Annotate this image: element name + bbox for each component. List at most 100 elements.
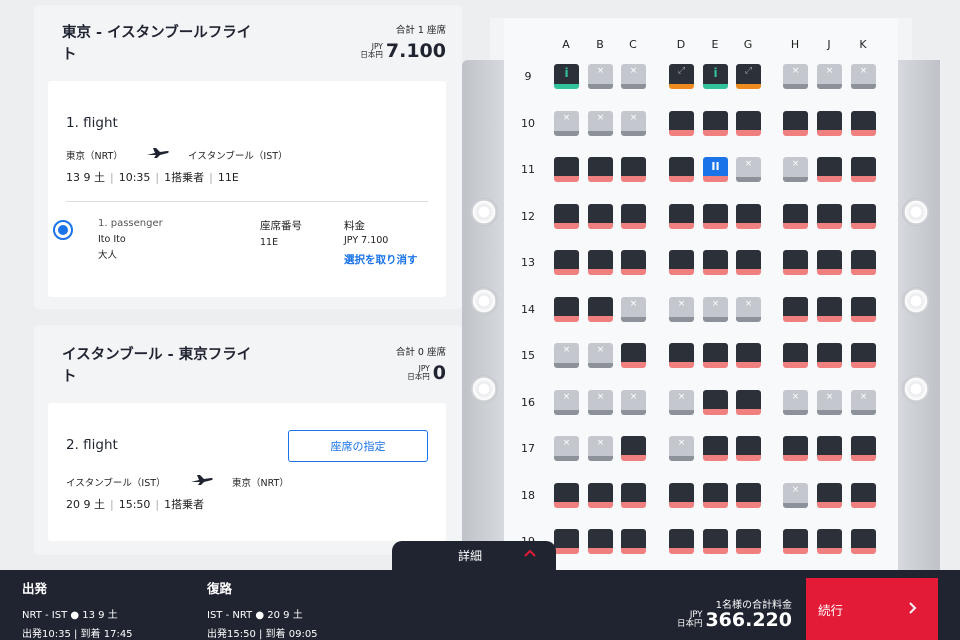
seat-13C[interactable]: [621, 250, 646, 275]
seat-17D[interactable]: [669, 436, 694, 461]
seat-11K[interactable]: [851, 157, 876, 182]
seat-16H[interactable]: [783, 389, 808, 415]
seat-10H[interactable]: [783, 110, 808, 136]
seat-10B[interactable]: [588, 110, 613, 136]
seat-15G[interactable]: [736, 343, 761, 368]
seat-13E[interactable]: [703, 250, 728, 275]
seat-17C[interactable]: [621, 436, 646, 461]
seat-17E[interactable]: [703, 436, 728, 461]
seat-10K[interactable]: [851, 110, 876, 136]
seat-19E[interactable]: [703, 529, 728, 554]
seat-16E[interactable]: [703, 389, 728, 415]
seat-16A[interactable]: [554, 389, 579, 415]
seat-11C[interactable]: [621, 157, 646, 182]
seat-9G[interactable]: [736, 64, 761, 89]
seat-15B[interactable]: [588, 343, 613, 368]
seat-16J[interactable]: [817, 389, 842, 415]
seat-12A[interactable]: [554, 203, 579, 229]
seat-14G[interactable]: [736, 296, 761, 322]
seat-15D[interactable]: [669, 343, 694, 368]
seat-14B[interactable]: [588, 296, 613, 322]
seat-13G[interactable]: [736, 250, 761, 275]
seat-16D[interactable]: [669, 389, 694, 415]
seat-19G[interactable]: [736, 529, 761, 554]
seat-18K[interactable]: [851, 482, 876, 508]
seat-13B[interactable]: [588, 250, 613, 275]
seat-18H[interactable]: [783, 482, 808, 508]
seat-15C[interactable]: [621, 343, 646, 368]
seat-17H[interactable]: [783, 436, 808, 461]
seat-17B[interactable]: [588, 436, 613, 461]
seat-11B[interactable]: [588, 157, 613, 182]
seat-10A[interactable]: [554, 110, 579, 136]
seat-19K[interactable]: [851, 529, 876, 554]
seat-12H[interactable]: [783, 203, 808, 229]
details-tab[interactable]: 詳細: [392, 541, 556, 571]
seat-10C[interactable]: [621, 110, 646, 136]
seat-19A[interactable]: [554, 529, 579, 554]
passenger-radio[interactable]: [53, 220, 73, 240]
seat-18D[interactable]: [669, 482, 694, 508]
seat-18B[interactable]: [588, 482, 613, 508]
seat-13K[interactable]: [851, 250, 876, 275]
seat-14C[interactable]: [621, 296, 646, 322]
seat-13J[interactable]: [817, 250, 842, 275]
seat-13A[interactable]: [554, 250, 579, 275]
seat-15A[interactable]: [554, 343, 579, 368]
seat-15E[interactable]: [703, 343, 728, 368]
seat-12G[interactable]: [736, 203, 761, 229]
seat-16B[interactable]: [588, 389, 613, 415]
seat-12K[interactable]: [851, 203, 876, 229]
seat-9A[interactable]: [554, 64, 579, 89]
seat-15K[interactable]: [851, 343, 876, 368]
seat-18E[interactable]: [703, 482, 728, 508]
seat-11G[interactable]: [736, 157, 761, 182]
seat-12B[interactable]: [588, 203, 613, 229]
seat-19D[interactable]: [669, 529, 694, 554]
assign-seat-button[interactable]: 座席の指定: [288, 430, 428, 462]
seat-18A[interactable]: [554, 482, 579, 508]
seat-14E[interactable]: [703, 296, 728, 322]
seat-19H[interactable]: [783, 529, 808, 554]
seat-9H[interactable]: [783, 64, 808, 89]
seat-18J[interactable]: [817, 482, 842, 508]
seat-10G[interactable]: [736, 110, 761, 136]
seat-11A[interactable]: [554, 157, 579, 182]
seat-9K[interactable]: [851, 64, 876, 89]
seat-18G[interactable]: [736, 482, 761, 508]
deselect-seat-link[interactable]: 選択を取り消す: [344, 252, 418, 267]
seat-17G[interactable]: [736, 436, 761, 461]
seat-19B[interactable]: [588, 529, 613, 554]
seat-14D[interactable]: [669, 296, 694, 322]
seat-13D[interactable]: [669, 250, 694, 275]
continue-button[interactable]: 続行: [806, 578, 938, 640]
seat-15H[interactable]: [783, 343, 808, 368]
seat-11E[interactable]: II: [703, 157, 728, 182]
seat-12E[interactable]: [703, 203, 728, 229]
seat-11J[interactable]: [817, 157, 842, 182]
seat-13H[interactable]: [783, 250, 808, 275]
seat-15J[interactable]: [817, 343, 842, 368]
seat-12D[interactable]: [669, 203, 694, 229]
seat-10E[interactable]: [703, 110, 728, 136]
seat-17K[interactable]: [851, 436, 876, 461]
seat-9J[interactable]: [817, 64, 842, 89]
seat-9C[interactable]: [621, 64, 646, 89]
seat-12J[interactable]: [817, 203, 842, 229]
seat-16C[interactable]: [621, 389, 646, 415]
seat-19J[interactable]: [817, 529, 842, 554]
seat-9D[interactable]: [669, 64, 694, 89]
seat-10J[interactable]: [817, 110, 842, 136]
seat-14J[interactable]: [817, 296, 842, 322]
seat-17A[interactable]: [554, 436, 579, 461]
seat-17J[interactable]: [817, 436, 842, 461]
seat-16G[interactable]: [736, 389, 761, 415]
seat-14H[interactable]: [783, 296, 808, 322]
seat-11H[interactable]: [783, 157, 808, 182]
seat-19C[interactable]: [621, 529, 646, 554]
seat-16K[interactable]: [851, 389, 876, 415]
seat-12C[interactable]: [621, 203, 646, 229]
seat-9E[interactable]: [703, 64, 728, 89]
seat-14K[interactable]: [851, 296, 876, 322]
seat-11D[interactable]: [669, 157, 694, 182]
